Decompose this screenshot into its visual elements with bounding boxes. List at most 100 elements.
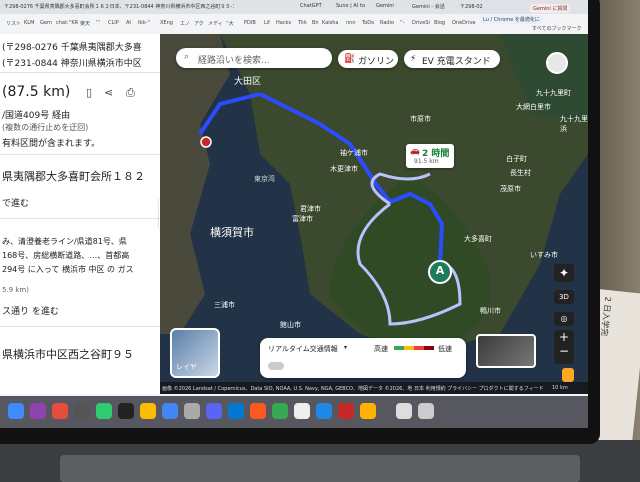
app-icon[interactable] [30, 403, 46, 419]
document-icon[interactable] [396, 403, 412, 419]
zoom-in-button[interactable]: + [554, 330, 574, 344]
settings-icon[interactable] [184, 403, 200, 419]
gas-station-icon: ⛽ [344, 54, 356, 64]
direction-step[interactable]: ス通り を進む [2, 304, 59, 317]
app-icon[interactable] [250, 403, 266, 419]
bookmark-item[interactable]: アク [194, 20, 204, 27]
bookmark-item[interactable]: ''- [400, 20, 405, 26]
bookmark-item[interactable]: PDIB [244, 20, 256, 26]
bookmark-item[interactable]: DriveSi [412, 20, 430, 26]
tab-maps-second[interactable]: 〒298-02 [460, 3, 483, 10]
bookmark-item[interactable]: ''大 [226, 20, 234, 27]
laptop-base [60, 455, 580, 482]
app-icon[interactable] [162, 403, 178, 419]
bookmark-item[interactable]: 楽天 [80, 20, 90, 27]
traffic-fast: 高速 [374, 345, 388, 353]
chrome-promo[interactable]: Lu / Chrome を最適化に [480, 15, 543, 24]
location-icon[interactable]: ◎ [554, 312, 574, 326]
place-label: 横須賀市 [210, 226, 254, 239]
route-distance: (87.5 km) [2, 84, 71, 100]
bookmark-item[interactable]: メディ [208, 20, 223, 27]
bookmark-item[interactable]: AI [126, 20, 131, 26]
direction-step[interactable]: で進む [2, 196, 29, 209]
direction-step[interactable]: 168号、房総横断道路、…、首都高 [2, 250, 129, 261]
bookmark-item[interactable]: エノ [180, 20, 190, 27]
place-label: 茂原市 [500, 185, 521, 193]
ev-chip[interactable]: ⚡ EV 充電スタンド [404, 50, 500, 68]
tab-suno[interactable]: Suno | AI to [336, 3, 365, 9]
gas-chip[interactable]: ⛽ ガソリン [338, 50, 398, 68]
place-label: 袖ケ浦市 [340, 149, 368, 157]
trash-icon[interactable] [418, 403, 434, 419]
layers-label: レイヤ [176, 363, 197, 371]
origin-input[interactable]: (〒298-0276 千葉県夷隅郡大多喜 [2, 40, 142, 53]
dropdown-icon[interactable]: ▾ [344, 344, 347, 351]
office-icon[interactable] [228, 403, 244, 419]
traffic-toggle[interactable] [268, 362, 284, 370]
route-time-card[interactable]: 🚗 2 時間 91.5 km [406, 144, 454, 168]
terminal-icon[interactable] [118, 403, 134, 419]
place-label: 館山市 [280, 321, 301, 329]
all-bookmarks[interactable]: すべてのブックマーク [532, 25, 581, 32]
street-view-thumbnail[interactable] [476, 334, 536, 368]
app-icon[interactable] [206, 403, 222, 419]
layers-button[interactable]: レイヤ [170, 328, 220, 378]
music-icon[interactable] [52, 403, 68, 419]
gas-label: ガソリン [358, 57, 395, 67]
bookmark-item[interactable]: OneDrive [452, 20, 476, 26]
zoom-icon[interactable] [316, 403, 332, 419]
bookmark-item[interactable]: Bn [312, 20, 319, 26]
map-canvas[interactable]: 大田区 横須賀市 富津市 木更津市 市原市 袖ケ浦市 君津市 大多喜町 三浦市 … [160, 34, 588, 394]
tab-maps-route[interactable]: 〒298-0276 千葉県夷隅郡大多喜町会所１８２日本、〒231-0844 神奈… [4, 3, 234, 10]
search-along-route[interactable]: ⌕ 経路沿いを検索... [176, 48, 332, 68]
tab-gemini-chat[interactable]: Gemini - 会話 [412, 3, 445, 10]
tab-bar: 〒298-0276 千葉県夷隅郡大多喜町会所１８２日本、〒231-0844 神奈… [0, 0, 588, 14]
bookmark-item[interactable]: CLIP [108, 20, 119, 26]
share-icon[interactable]: ⋖ [104, 86, 113, 99]
bookmark-item[interactable]: Kaisha [322, 20, 338, 26]
bookmark-item[interactable]: ''' [96, 20, 100, 26]
route-km: 91.5 km [414, 158, 439, 165]
direction-step[interactable]: み、清澄養老ライン/県道81号、県 [2, 236, 127, 247]
directions-panel: (〒298-0276 千葉県夷隅郡大多喜 (〒231-0844 神奈川県横浜市中… [0, 34, 160, 394]
bookmark-item[interactable]: ToDo [362, 20, 374, 26]
pegman-icon[interactable] [562, 368, 574, 382]
bookmark-item[interactable]: KLM [24, 20, 34, 26]
app-icon[interactable] [360, 403, 376, 419]
direction-step[interactable]: 294号 に入って 横浜市 中区 の ガス [2, 264, 134, 275]
bookmark-item[interactable]: Tkk [298, 20, 307, 26]
3d-button[interactable]: 3D [554, 290, 574, 304]
bookmark-item[interactable]: chat:''KR [56, 20, 78, 26]
line-icon[interactable] [96, 403, 112, 419]
app-icon[interactable] [338, 403, 354, 419]
app-icon[interactable] [272, 403, 288, 419]
bookmark-item[interactable]: Blog [434, 20, 445, 26]
bookmark-item[interactable]: nnn [346, 20, 356, 26]
bookmark-item[interactable]: Hacks [276, 20, 291, 26]
search-placeholder: 経路沿いを検索... [198, 56, 270, 66]
send-to-phone-icon[interactable]: ▯ [86, 86, 92, 99]
app-icon[interactable] [74, 403, 90, 419]
bookmark-item[interactable]: Lif [264, 20, 270, 26]
tab-gemini[interactable]: Gemini [376, 3, 394, 9]
traffic-panel: リアルタイム交通情報 ▾ 高速 低速 [260, 338, 466, 378]
finder-icon[interactable] [8, 403, 24, 419]
car-icon: 🚗 [410, 146, 420, 155]
map-terms[interactable]: 日本 利用規約 プライバシー プロダクトに関するフィードバックを送信 [414, 385, 544, 392]
bookmark-item[interactable]: リスト [6, 20, 21, 27]
bookmark-item[interactable]: Radio [380, 20, 394, 26]
bookmark-item[interactable]: Gem [40, 20, 52, 26]
bookmark-item[interactable]: tkk-'' [138, 20, 150, 26]
zoom-out-button[interactable]: − [554, 344, 574, 358]
destination-input[interactable]: (〒231-0844 神奈川県横浜市中区 [2, 56, 142, 69]
tab-chatgpt[interactable]: ChatGPT [300, 3, 322, 9]
gemini-badge[interactable]: Gemini に質問 [530, 4, 571, 13]
divider [0, 326, 160, 327]
bookmark-item[interactable]: XEng [160, 20, 173, 26]
chrome-icon[interactable] [140, 403, 156, 419]
avatar[interactable] [546, 52, 568, 74]
notion-icon[interactable] [294, 403, 310, 419]
print-icon[interactable]: ⎙ [126, 86, 135, 100]
compass-icon[interactable]: ✦ [554, 264, 574, 282]
divider [0, 218, 160, 219]
